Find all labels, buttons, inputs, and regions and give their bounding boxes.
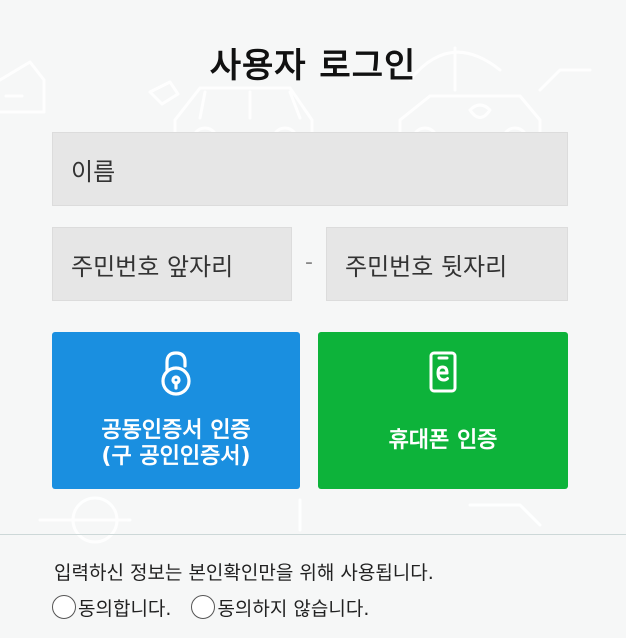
agree-radio[interactable] xyxy=(52,595,76,619)
rrn-separator: - xyxy=(305,250,313,275)
name-input-placeholder: 이름 xyxy=(71,157,116,186)
consent-notice: 입력하신 정보는 본인확인만을 위해 사용됩니다. xyxy=(54,562,434,584)
agree-label: 동의합니다. xyxy=(78,597,172,620)
agree-option[interactable]: 동의합니다. xyxy=(52,594,171,621)
disagree-option[interactable]: 동의하지 않습니다. xyxy=(191,594,369,621)
rrn-back-input[interactable]: 주민번호 뒷자리 xyxy=(326,227,568,301)
smartphone-icon xyxy=(426,350,460,398)
page-title: 사용자 로그인 xyxy=(209,46,417,86)
name-input[interactable]: 이름 xyxy=(52,132,568,206)
certificate-auth-label: 공동인증서 인증 xyxy=(101,418,251,443)
rrn-front-placeholder: 주민번호 앞자리 xyxy=(71,252,234,281)
divider xyxy=(0,534,626,535)
disagree-label: 동의하지 않습니다. xyxy=(217,597,370,620)
certificate-auth-button[interactable]: 공동인증서 인증 (구 공인인증서) xyxy=(52,332,300,489)
certificate-auth-sublabel: (구 공인인증서) xyxy=(101,444,251,469)
phone-auth-button[interactable]: 휴대폰 인증 xyxy=(318,332,568,489)
rrn-front-input[interactable]: 주민번호 앞자리 xyxy=(52,227,292,301)
background-illustration xyxy=(0,46,592,544)
disagree-radio[interactable] xyxy=(191,595,216,619)
phone-auth-label: 휴대폰 인증 xyxy=(388,428,498,453)
rrn-back-placeholder: 주민번호 뒷자리 xyxy=(345,252,508,281)
padlock-icon xyxy=(156,350,196,404)
consent-options: 동의합니다. 동의하지 않습니다. xyxy=(52,592,389,622)
